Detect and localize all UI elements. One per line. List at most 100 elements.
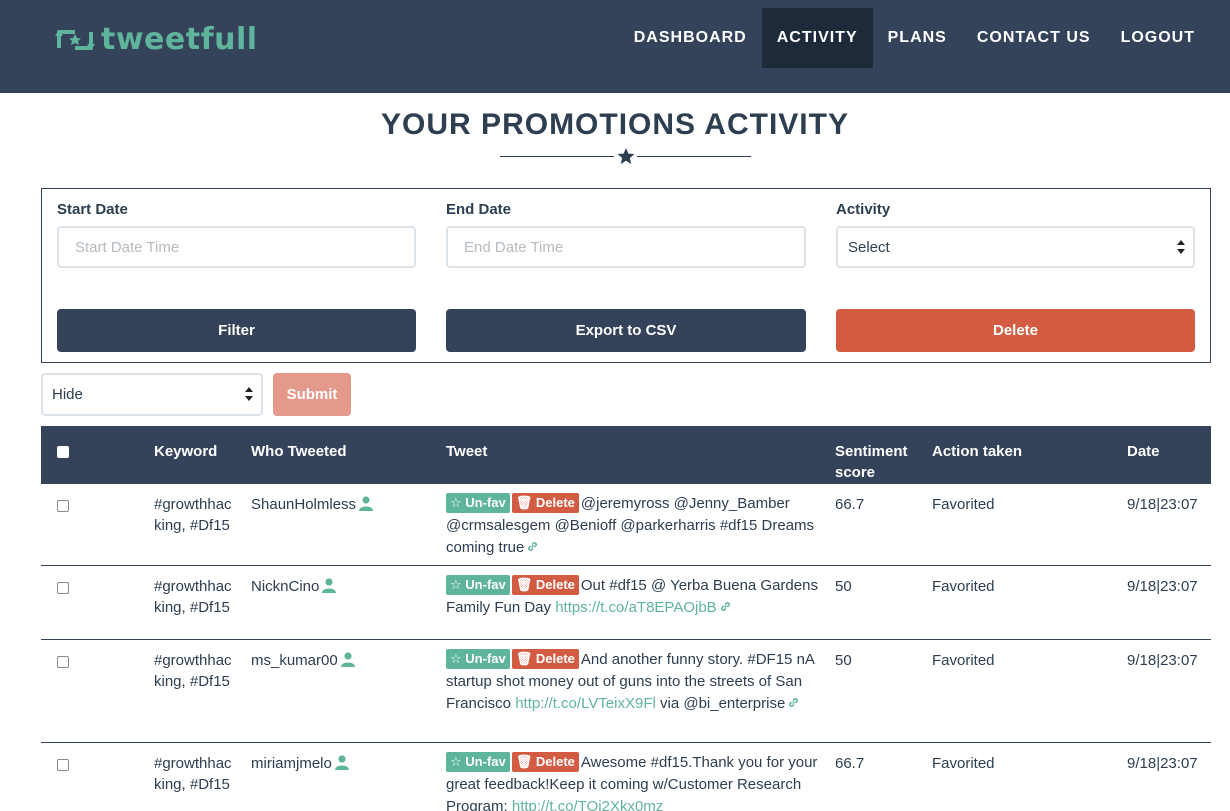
bulk-action-select[interactable]: Hide bbox=[41, 373, 263, 416]
row-sentiment-score: 50 bbox=[835, 578, 852, 595]
delete-tweet-button[interactable]: 🗑 Delete bbox=[511, 649, 579, 669]
table-header: Keyword Who Tweeted Tweet Sentiment scor… bbox=[41, 426, 1211, 484]
navbar: tweetfull DASHBOARD ACTIVITY PLANS CONTA… bbox=[0, 0, 1230, 93]
row-keyword: #growthhacking, #Df15 bbox=[154, 755, 232, 793]
row-sentiment-score: 50 bbox=[835, 652, 852, 669]
row-who-tweeted[interactable]: ShaunHolmless bbox=[251, 494, 374, 515]
delete-tweet-button[interactable]: 🗑 Delete bbox=[511, 752, 579, 772]
export-csv-button[interactable]: Export to CSV bbox=[446, 309, 806, 352]
row-keyword: #growthhacking, #Df15 bbox=[154, 652, 232, 690]
bulk-action-value: Hide bbox=[52, 386, 83, 403]
delete-tweet-label: Delete bbox=[535, 577, 575, 592]
row-action-taken: Favorited bbox=[932, 652, 995, 669]
activity-select[interactable]: Select bbox=[836, 226, 1195, 268]
row-tweet: ☆ Un-fav 🗑 Delete @jeremyross @Jenny_Bambe… bbox=[446, 493, 821, 559]
table-row: #growthhacking, #Df15 NicknCino ☆ Un-fav… bbox=[41, 566, 1211, 640]
link-icon[interactable] bbox=[526, 540, 539, 553]
nav-dashboard[interactable]: DASHBOARD bbox=[619, 8, 762, 68]
logo[interactable]: tweetfull bbox=[55, 22, 258, 58]
tweeter-name[interactable]: NicknCino bbox=[251, 576, 319, 597]
filter-panel: Start Date End Date Activity Select Filt… bbox=[41, 188, 1211, 363]
nav-contact-us[interactable]: CONTACT US bbox=[962, 8, 1106, 68]
tweet-link[interactable]: https://t.co/aT8EPAOjbB bbox=[555, 599, 716, 616]
row-date: 9/18|23:07 bbox=[1127, 496, 1198, 513]
user-icon bbox=[322, 578, 337, 593]
header-sentiment-score[interactable]: Sentiment score bbox=[835, 441, 915, 483]
start-date-input[interactable] bbox=[57, 226, 416, 268]
row-sentiment-score: 66.7 bbox=[835, 755, 865, 772]
unfav-label: Un-fav bbox=[465, 651, 506, 666]
delete-button[interactable]: Delete bbox=[836, 309, 1195, 352]
unfav-label: Un-fav bbox=[465, 577, 506, 592]
delete-tweet-button[interactable]: 🗑 Delete bbox=[511, 575, 579, 595]
title-divider bbox=[500, 146, 751, 166]
row-date: 9/18|23:07 bbox=[1127, 652, 1198, 669]
unfav-button[interactable]: ☆ Un-fav bbox=[446, 649, 510, 669]
tweet-link[interactable]: http://t.co/LVTeixX9Fl bbox=[515, 695, 656, 712]
row-tweet: ☆ Un-fav 🗑 Delete Awesome #df15.Thank you … bbox=[446, 752, 821, 811]
select-all-checkbox[interactable] bbox=[57, 446, 69, 458]
row-date: 9/18|23:07 bbox=[1127, 578, 1198, 595]
user-icon bbox=[359, 496, 374, 511]
nav-plans[interactable]: PLANS bbox=[873, 8, 962, 68]
table-row: #growthhacking, #Df15 ms_kumar00 ☆ Un-fa… bbox=[41, 640, 1211, 743]
header-who-tweeted[interactable]: Who Tweeted bbox=[251, 441, 347, 462]
row-checkbox[interactable] bbox=[57, 582, 69, 594]
star-icon bbox=[617, 148, 635, 164]
filter-button[interactable]: Filter bbox=[57, 309, 416, 352]
row-tweet: ☆ Un-fav 🗑 Delete Out #df15 @ Yerba Buena … bbox=[446, 575, 821, 619]
nav-activity[interactable]: ACTIVITY bbox=[761, 8, 873, 68]
row-action-taken: Favorited bbox=[932, 578, 995, 595]
tweeter-name[interactable]: ShaunHolmless bbox=[251, 494, 356, 515]
delete-tweet-label: Delete bbox=[535, 651, 575, 666]
start-date-label: Start Date bbox=[57, 201, 128, 218]
tweeter-name[interactable]: miriamjmelo bbox=[251, 753, 332, 774]
select-arrows-icon bbox=[1177, 240, 1185, 254]
brand-name: tweetfull bbox=[101, 22, 258, 57]
row-checkbox[interactable] bbox=[57, 500, 69, 512]
user-icon bbox=[340, 652, 355, 667]
link-icon[interactable] bbox=[719, 600, 732, 613]
unfav-button[interactable]: ☆ Un-fav bbox=[446, 575, 510, 595]
link-icon[interactable] bbox=[787, 696, 800, 709]
row-keyword: #growthhacking, #Df15 bbox=[154, 578, 232, 616]
tweeter-name[interactable]: ms_kumar00 bbox=[251, 650, 338, 671]
header-action-taken[interactable]: Action taken bbox=[932, 441, 1022, 462]
activity-label: Activity bbox=[836, 201, 891, 218]
header-keyword[interactable]: Keyword bbox=[154, 441, 217, 462]
page-title: YOUR PROMOTIONS ACTIVITY bbox=[381, 108, 849, 141]
divider-line-right bbox=[637, 156, 751, 157]
activity-table: Keyword Who Tweeted Tweet Sentiment scor… bbox=[41, 426, 1211, 811]
activity-select-value: Select bbox=[848, 238, 890, 256]
row-checkbox[interactable] bbox=[57, 656, 69, 668]
delete-tweet-label: Delete bbox=[535, 754, 575, 769]
row-keyword: #growthhacking, #Df15 bbox=[154, 496, 232, 534]
delete-tweet-label: Delete bbox=[535, 495, 575, 510]
row-who-tweeted[interactable]: miriamjmelo bbox=[251, 753, 349, 774]
header-date[interactable]: Date bbox=[1127, 441, 1160, 462]
table-row: #growthhacking, #Df15 miriamjmelo ☆ Un-f… bbox=[41, 743, 1211, 811]
main-nav: DASHBOARD ACTIVITY PLANS CONTACT US LOGO… bbox=[619, 8, 1210, 68]
submit-button[interactable]: Submit bbox=[273, 373, 351, 416]
row-sentiment-score: 66.7 bbox=[835, 496, 865, 513]
row-who-tweeted[interactable]: ms_kumar00 bbox=[251, 650, 355, 671]
unfav-button[interactable]: ☆ Un-fav bbox=[446, 752, 510, 772]
table-row: #growthhacking, #Df15 ShaunHolmless ☆ Un… bbox=[41, 484, 1211, 566]
end-date-input[interactable] bbox=[446, 226, 806, 268]
unfav-label: Un-fav bbox=[465, 495, 506, 510]
select-arrows-icon bbox=[245, 387, 253, 401]
nav-logout[interactable]: LOGOUT bbox=[1106, 8, 1210, 68]
row-action-taken: Favorited bbox=[932, 496, 995, 513]
row-date: 9/18|23:07 bbox=[1127, 755, 1198, 772]
retweet-logo-icon bbox=[55, 30, 95, 50]
row-who-tweeted[interactable]: NicknCino bbox=[251, 576, 337, 597]
tweet-text-after: via @bi_enterprise bbox=[660, 695, 786, 712]
delete-tweet-button[interactable]: 🗑 Delete bbox=[511, 493, 579, 513]
row-checkbox[interactable] bbox=[57, 759, 69, 771]
divider-line-left bbox=[500, 156, 614, 157]
tweet-link[interactable]: http://t.co/TOi2Xkx0mz bbox=[512, 798, 663, 811]
header-tweet[interactable]: Tweet bbox=[446, 441, 487, 462]
unfav-label: Un-fav bbox=[465, 754, 506, 769]
user-icon bbox=[334, 755, 349, 770]
unfav-button[interactable]: ☆ Un-fav bbox=[446, 493, 510, 513]
